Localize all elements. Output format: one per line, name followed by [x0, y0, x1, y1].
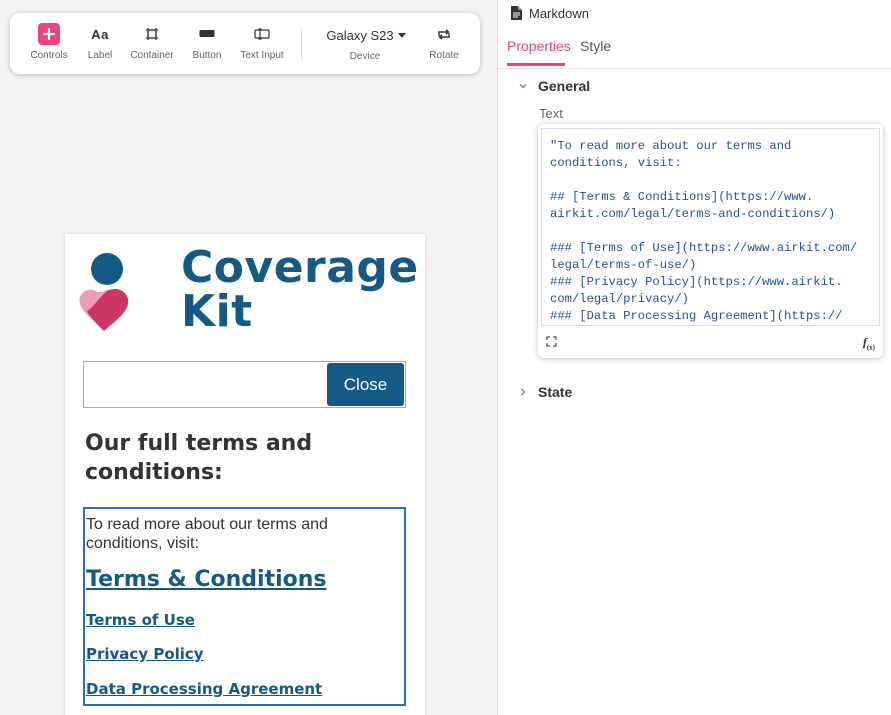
- button-icon: [199, 30, 215, 37]
- container-tool[interactable]: Container: [122, 13, 182, 74]
- tab-style[interactable]: Style: [580, 38, 611, 54]
- document-icon: [511, 6, 522, 20]
- logo-line-2: Kit: [181, 286, 253, 337]
- component-type-label: Markdown: [529, 5, 589, 21]
- text-editor: "To read more about our terms and condit…: [538, 124, 883, 358]
- text-input-icon: [254, 28, 270, 40]
- text-aa-icon: Aa: [91, 26, 109, 42]
- logo-mark-icon: [79, 253, 129, 331]
- label-tool[interactable]: Aa Label: [70, 13, 130, 74]
- panel-tabs: Properties Style: [498, 32, 891, 69]
- container-icon: [146, 28, 158, 40]
- text-input-tool-label: Text Input: [240, 50, 284, 61]
- device-select[interactable]: Galaxy S23: [318, 24, 414, 46]
- logo-wordmark: Coverage Kit: [181, 246, 419, 334]
- terms-conditions-link[interactable]: Terms & Conditions: [86, 567, 327, 592]
- chevron-right-icon: [520, 388, 526, 396]
- data-processing-agreement-link[interactable]: Data Processing Agreement: [86, 680, 322, 698]
- properties-panel: Markdown Properties Style General Text "…: [497, 0, 891, 715]
- section-state-label: State: [538, 384, 573, 400]
- toolbar-divider: [301, 29, 302, 61]
- rotate-icon: [438, 28, 450, 40]
- logo-line-1: Coverage: [181, 242, 419, 293]
- expand-icon[interactable]: [546, 336, 557, 347]
- component-toolbar: Controls Aa Label Container Button Text …: [10, 13, 480, 74]
- privacy-policy-link[interactable]: Privacy Policy: [86, 645, 204, 663]
- text-editor-area[interactable]: "To read more about our terms and condit…: [541, 128, 880, 326]
- close-button[interactable]: Close: [327, 363, 404, 406]
- device-label: Device: [349, 51, 381, 62]
- coverage-kit-logo: Coverage Kit: [75, 244, 418, 339]
- section-general[interactable]: General: [518, 77, 590, 95]
- plus-icon: [38, 23, 60, 45]
- section-state[interactable]: State: [518, 383, 572, 401]
- markdown-intro: To read more about our terms and conditi…: [86, 516, 328, 552]
- search-row: Close: [83, 361, 406, 408]
- controls-tool-label: Controls: [30, 50, 68, 61]
- container-tool-label: Container: [130, 50, 174, 61]
- function-icon[interactable]: f(x): [863, 335, 875, 351]
- terms-heading: Our full terms and conditions:: [85, 431, 313, 485]
- button-tool-label: Button: [192, 50, 222, 61]
- rotate-tool[interactable]: Rotate: [414, 13, 474, 74]
- label-tool-label: Label: [87, 50, 113, 61]
- text-field-label: Text: [539, 106, 563, 121]
- markdown-component[interactable]: To read more about our terms and conditi…: [83, 507, 406, 706]
- text-editor-content: "To read more about our terms and condit…: [550, 139, 858, 323]
- panel-header: Markdown: [511, 4, 589, 22]
- text-input-tool[interactable]: Text Input: [232, 13, 292, 74]
- tab-properties[interactable]: Properties: [507, 38, 571, 54]
- caret-down-icon: [397, 32, 406, 38]
- rotate-tool-label: Rotate: [429, 50, 459, 61]
- terms-of-use-link[interactable]: Terms of Use: [86, 611, 195, 629]
- device-preview: Coverage Kit Close Our full terms and co…: [65, 234, 425, 715]
- text-input[interactable]: [84, 362, 324, 406]
- active-tab-indicator: [507, 63, 565, 66]
- builder-canvas: Controls Aa Label Container Button Text …: [0, 0, 497, 715]
- device-value: Galaxy S23: [326, 27, 394, 43]
- chevron-down-icon: [519, 83, 527, 89]
- button-tool[interactable]: Button: [177, 13, 237, 74]
- section-general-label: General: [538, 78, 591, 94]
